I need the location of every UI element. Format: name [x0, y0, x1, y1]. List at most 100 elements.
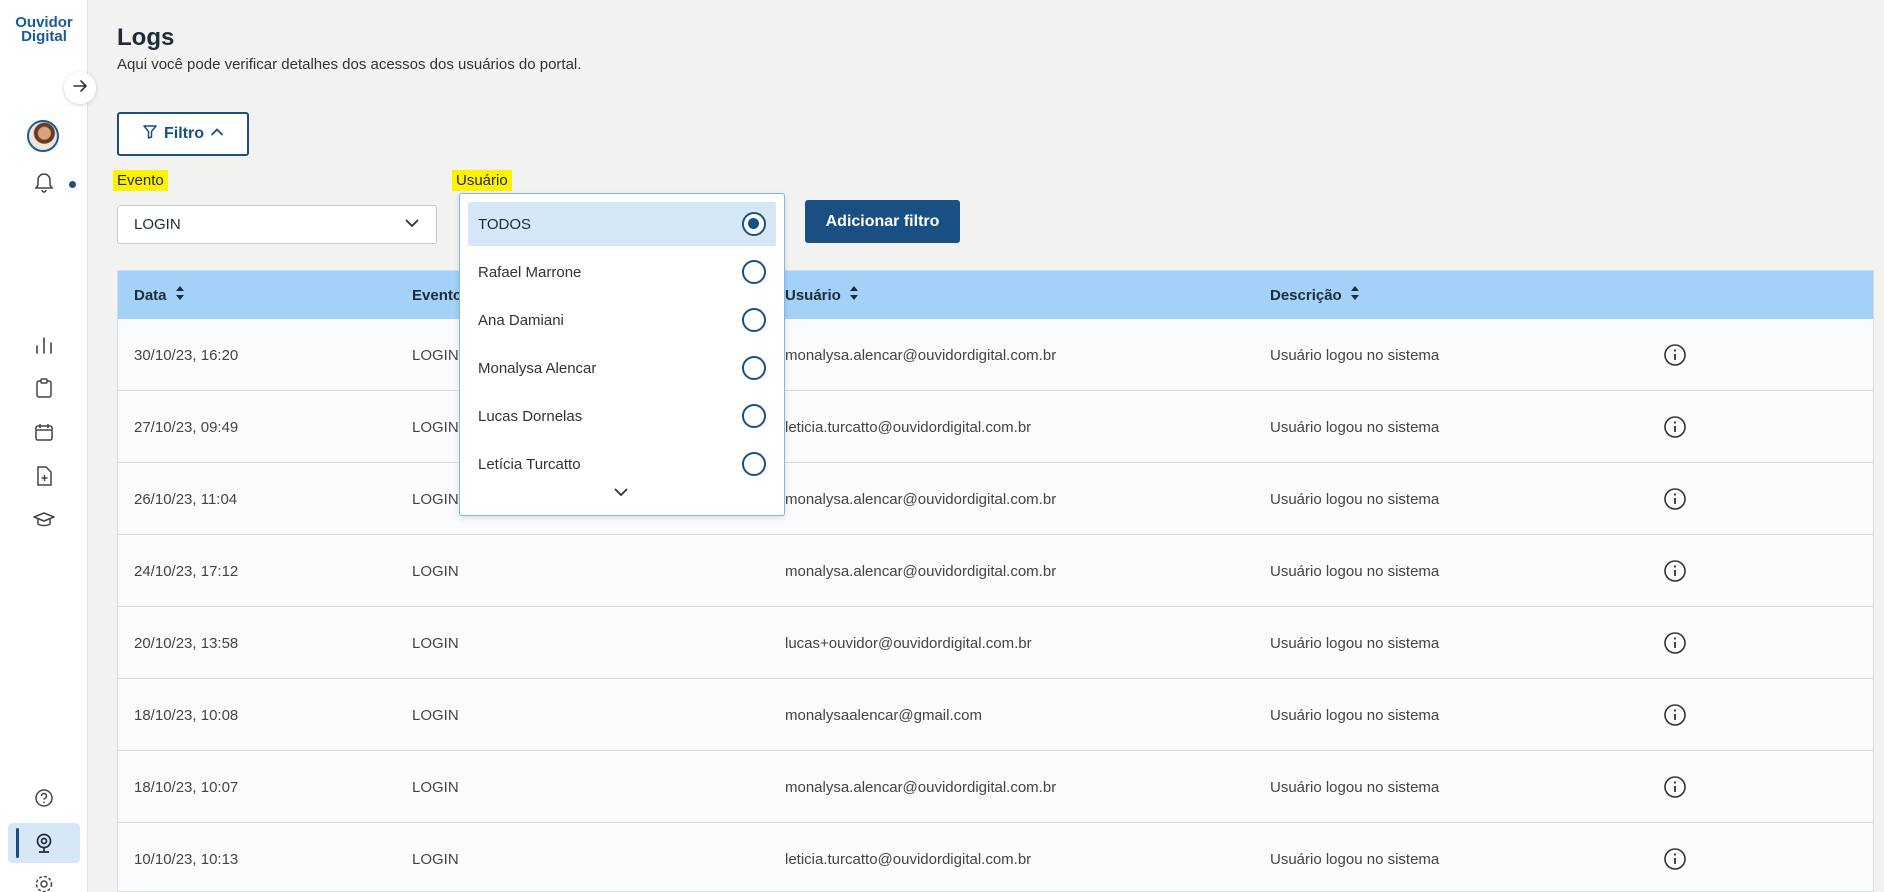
column-header-usuario[interactable]: Usuário [785, 271, 859, 319]
cell-usuario: lucas+ouvidor@ouvidordigital.com.br [785, 634, 1032, 652]
page-title: Logs [117, 24, 175, 51]
cell-evento: LOGIN [412, 562, 459, 580]
sort-icon [1350, 285, 1360, 305]
table-row: 30/10/23, 16:20 LOGIN monalysa.alencar@o… [118, 319, 1873, 391]
sort-icon [175, 285, 185, 305]
table-row: 18/10/23, 10:08 LOGIN monalysaalencar@gm… [118, 679, 1873, 751]
cell-data: 20/10/23, 13:58 [134, 634, 239, 652]
app-logo[interactable]: Ouvidor Digital [14, 15, 74, 44]
sort-icon [849, 285, 859, 305]
cell-descricao: Usuário logou no sistema [1270, 634, 1440, 652]
cell-usuario: monalysa.alencar@ouvidordigital.com.br [785, 490, 1057, 508]
radio-icon[interactable] [742, 260, 766, 284]
radio-icon[interactable] [742, 404, 766, 428]
avatar[interactable] [27, 120, 59, 152]
cell-data: 26/10/23, 11:04 [134, 490, 238, 508]
evento-label: Evento [113, 170, 168, 191]
cell-usuario: monalysa.alencar@ouvidordigital.com.br [785, 346, 1057, 364]
table-row: 20/10/23, 13:58 LOGIN lucas+ouvidor@ouvi… [118, 607, 1873, 679]
clipboard-icon[interactable] [32, 376, 56, 400]
table-row: 26/10/23, 11:04 LOGIN monalysa.alencar@o… [118, 463, 1873, 535]
dropdown-option-label: Ana Damiani [478, 311, 564, 329]
dropdown-option-label: Rafael Marrone [478, 263, 582, 281]
add-filter-button[interactable]: Adicionar filtro [805, 200, 960, 243]
usuario-dropdown: TODOS Rafael Marrone Ana Damiani Monalys… [459, 193, 785, 516]
dropdown-option-ana-damiani[interactable]: Ana Damiani [468, 298, 776, 342]
dropdown-option-label: Letícia Turcatto [478, 455, 581, 473]
table-row: 24/10/23, 17:12 LOGIN monalysa.alencar@o… [118, 535, 1873, 607]
column-header-descricao-label: Descrição [1270, 286, 1342, 304]
radio-icon[interactable] [742, 356, 766, 380]
calendar-icon[interactable] [32, 420, 56, 444]
gear-icon[interactable] [32, 872, 56, 892]
info-icon[interactable] [1663, 319, 1687, 391]
page-subtitle: Aqui você pode verificar detalhes dos ac… [117, 56, 582, 73]
cell-evento: LOGIN [412, 778, 459, 796]
column-header-evento-label: Evento [412, 286, 463, 304]
chevron-down-icon [404, 215, 420, 235]
cell-evento: LOGIN [412, 490, 459, 508]
cell-data: 10/10/23, 10:13 [134, 850, 239, 868]
table-row: 18/10/23, 10:07 LOGIN monalysa.alencar@o… [118, 751, 1873, 823]
cell-usuario: monalysaalencar@gmail.com [785, 706, 982, 724]
dropdown-option-leticia-turcatto[interactable]: Letícia Turcatto [468, 442, 776, 486]
info-icon[interactable] [1663, 391, 1687, 463]
collapse-sidebar-button[interactable] [64, 72, 96, 104]
chevron-down-icon[interactable] [612, 483, 630, 506]
evento-select-value: LOGIN [134, 216, 181, 233]
bar-chart-icon[interactable] [32, 333, 56, 357]
cell-evento: LOGIN [412, 346, 459, 364]
info-icon[interactable] [1663, 463, 1687, 535]
dropdown-option-label: Lucas Dornelas [478, 407, 583, 425]
evento-select[interactable]: LOGIN [117, 205, 437, 244]
cell-data: 30/10/23, 16:20 [134, 346, 239, 364]
cell-descricao: Usuário logou no sistema [1270, 778, 1440, 796]
column-header-evento[interactable]: Evento [412, 271, 462, 319]
column-header-usuario-label: Usuário [785, 286, 841, 304]
graduation-cap-icon[interactable] [32, 508, 56, 532]
info-icon[interactable] [1663, 751, 1687, 823]
cell-evento: LOGIN [412, 706, 459, 724]
table-row: 27/10/23, 09:49 LOGIN leticia.turcatto@o… [118, 391, 1873, 463]
help-icon[interactable] [32, 786, 56, 810]
dropdown-option-monalysa-alencar[interactable]: Monalysa Alencar [468, 346, 776, 390]
dropdown-option-todos[interactable]: TODOS [468, 202, 776, 246]
cell-usuario: monalysa.alencar@ouvidordigital.com.br [785, 562, 1057, 580]
column-header-data[interactable]: Data [134, 271, 185, 319]
cell-evento: LOGIN [412, 418, 459, 436]
file-plus-icon[interactable] [32, 464, 56, 488]
cell-data: 18/10/23, 10:08 [134, 706, 239, 724]
dropdown-option-label: Monalysa Alencar [478, 359, 597, 377]
table-header: Data Evento Usuário Descrição [118, 271, 1873, 319]
filter-icon [142, 124, 158, 145]
cell-descricao: Usuário logou no sistema [1270, 850, 1440, 868]
dropdown-option-label: TODOS [478, 215, 532, 233]
cell-evento: LOGIN [412, 850, 459, 868]
cell-descricao: Usuário logou no sistema [1270, 562, 1440, 580]
filter-toggle-button[interactable]: Filtro [117, 112, 249, 156]
column-header-descricao[interactable]: Descrição [1270, 271, 1360, 319]
column-header-data-label: Data [134, 286, 167, 304]
radio-icon[interactable] [742, 308, 766, 332]
usuario-label: Usuário [452, 170, 512, 191]
cell-evento: LOGIN [412, 634, 459, 652]
webcam-icon[interactable] [32, 831, 56, 855]
cell-descricao: Usuário logou no sistema [1270, 346, 1440, 364]
radio-icon[interactable] [742, 452, 766, 476]
cell-descricao: Usuário logou no sistema [1270, 706, 1440, 724]
table-row: 10/10/23, 10:13 LOGIN leticia.turcatto@o… [118, 823, 1873, 891]
dropdown-option-lucas-dornelas[interactable]: Lucas Dornelas [468, 394, 776, 438]
bell-icon[interactable] [32, 171, 56, 195]
arrow-right-icon [71, 77, 89, 100]
filter-toggle-label: Filtro [164, 125, 204, 142]
info-icon[interactable] [1663, 607, 1687, 679]
active-indicator [16, 828, 19, 858]
cell-usuario: leticia.turcatto@ouvidordigital.com.br [785, 418, 1032, 436]
info-icon[interactable] [1663, 535, 1687, 607]
cell-descricao: Usuário logou no sistema [1270, 418, 1440, 436]
cell-usuario: leticia.turcatto@ouvidordigital.com.br [785, 850, 1032, 868]
dropdown-option-rafael-marrone[interactable]: Rafael Marrone [468, 250, 776, 294]
info-icon[interactable] [1663, 679, 1687, 751]
info-icon[interactable] [1663, 823, 1687, 891]
radio-selected-icon[interactable] [742, 212, 766, 236]
